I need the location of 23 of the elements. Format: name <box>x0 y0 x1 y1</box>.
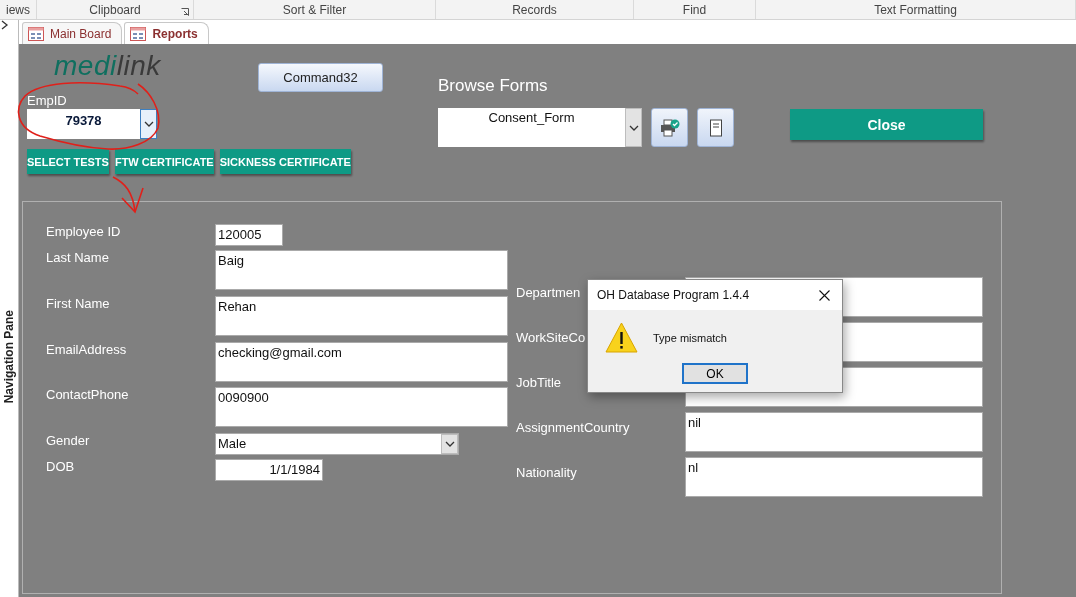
field-label: Departmen <box>516 285 581 300</box>
field-label: Nationality <box>516 465 577 480</box>
dialog-title: OH Database Program 1.4.4 <box>597 288 750 302</box>
field-label: AssignmentCountry <box>516 420 630 435</box>
ribbon-group-label: Clipboard <box>89 2 141 17</box>
ribbon-group-label: Text Formatting <box>874 2 957 17</box>
ribbon-group-label: Records <box>512 2 557 17</box>
ribbon-group-label: Sort & Filter <box>282 2 347 17</box>
field-label: EmailAddress <box>46 342 127 357</box>
field-label: ContactPhone <box>46 387 129 402</box>
field-label: Gender <box>46 433 90 448</box>
field-label: DOB <box>46 459 75 474</box>
field-label: First Name <box>46 296 110 311</box>
field-label: JobTitle <box>516 375 562 390</box>
section-label: Browse Forms <box>438 76 548 96</box>
field-label: Last Name <box>46 250 109 265</box>
ribbon-group-label: Find <box>682 2 707 17</box>
dialog-message: Type mismatch <box>653 331 727 344</box>
logo: medilink <box>54 50 161 82</box>
ribbon-group-label: iews <box>6 2 30 17</box>
field-label: Employee ID <box>46 224 121 239</box>
field-label: EmpID <box>27 93 67 108</box>
field-label: WorkSiteCo <box>516 330 586 345</box>
